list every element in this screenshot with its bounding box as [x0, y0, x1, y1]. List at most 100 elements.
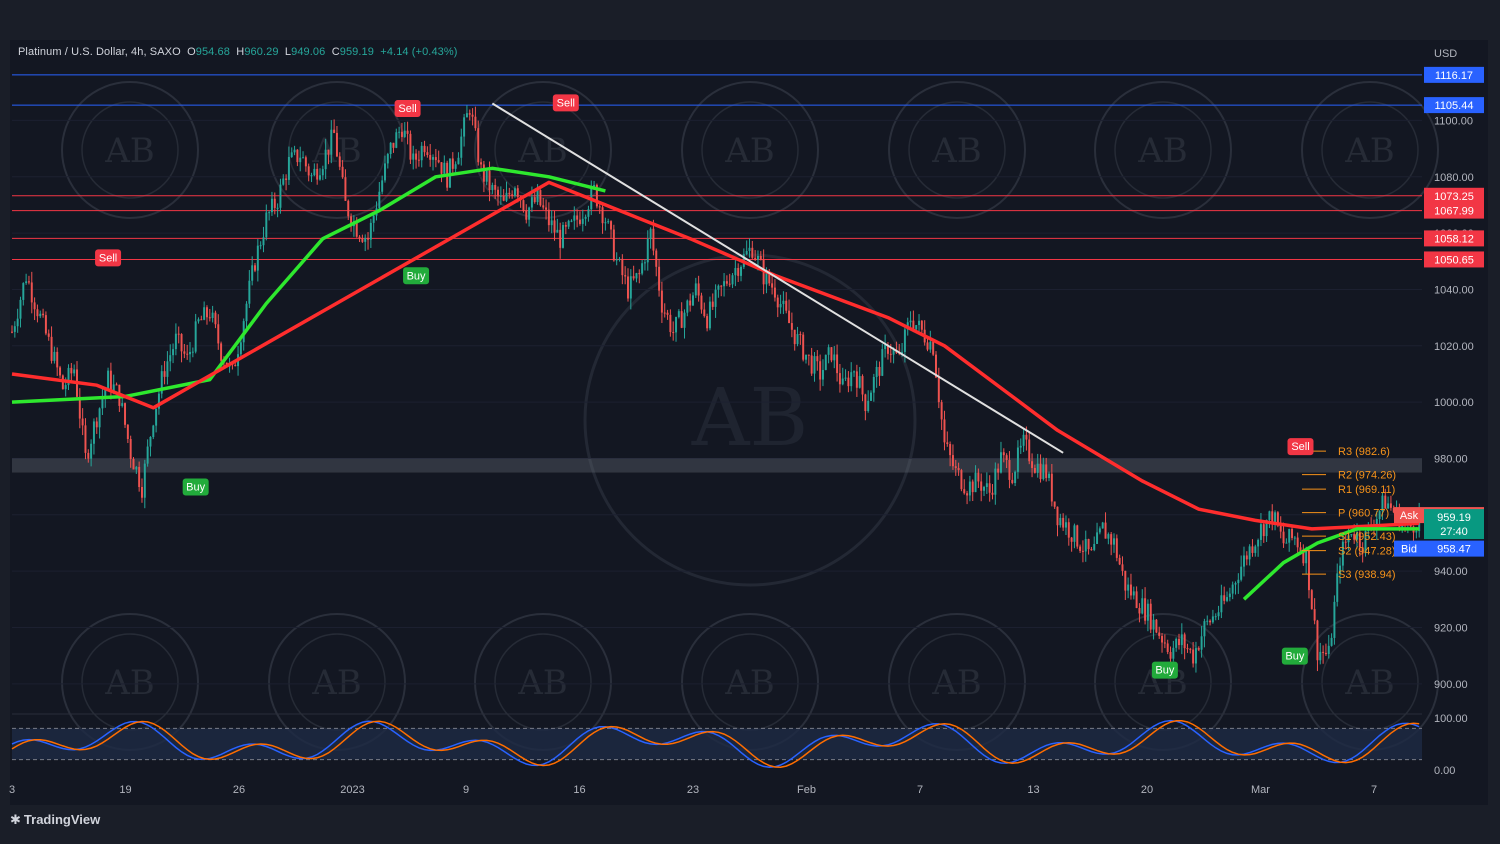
- candle-body: [50, 336, 53, 361]
- candle-body: [1031, 461, 1034, 468]
- candle-body: [988, 483, 991, 493]
- buy-signal-label: Buy: [1155, 665, 1174, 677]
- price-tick-label: 1040.00: [1434, 284, 1474, 296]
- candle-body: [95, 421, 98, 428]
- candle-body: [1288, 529, 1291, 543]
- price-tag-value: 959.19: [1437, 512, 1471, 524]
- candle-body: [361, 238, 364, 242]
- candle-body: [779, 304, 782, 308]
- candle-body: [174, 333, 177, 350]
- candle-body: [700, 295, 703, 310]
- candle-body: [1014, 471, 1017, 484]
- candle-body: [1245, 555, 1248, 560]
- pivot-label: S1 (952.43): [1338, 531, 1395, 543]
- price-tag-countdown: 27:40: [1440, 526, 1468, 538]
- sell-signal-label: Sell: [99, 252, 117, 264]
- candle-body: [632, 276, 635, 279]
- candle-body: [248, 280, 251, 304]
- candle-body: [1228, 593, 1231, 598]
- candle-body: [1110, 534, 1113, 545]
- candle-body: [1056, 506, 1059, 526]
- candle-body: [836, 354, 839, 374]
- candle-body: [776, 297, 779, 308]
- watermark-text: AB: [311, 663, 362, 703]
- candle-body: [386, 154, 389, 164]
- candle-body: [189, 351, 192, 355]
- watermark-text: AB: [931, 131, 982, 171]
- candle-body: [19, 299, 22, 319]
- pivot-label: S3 (938.94): [1338, 569, 1395, 581]
- candle-body: [559, 229, 562, 248]
- candle-body: [502, 195, 505, 201]
- price-tick-label: 980.00: [1434, 453, 1468, 465]
- candle-body: [211, 312, 214, 319]
- candle-body: [474, 116, 477, 129]
- candle-body: [562, 225, 564, 248]
- candle-body: [1079, 546, 1082, 551]
- candle-body: [601, 207, 604, 224]
- candle-body: [1076, 525, 1079, 547]
- time-tick-label: 2023: [340, 784, 364, 796]
- candle-body: [1206, 620, 1209, 622]
- candle-body: [115, 384, 118, 386]
- oscillator-tick-label: 0.00: [1434, 765, 1455, 777]
- candle-body: [1296, 537, 1299, 548]
- candle-body: [465, 113, 468, 118]
- candle-body: [169, 355, 172, 362]
- candle-body: [488, 170, 491, 191]
- candle-body: [649, 228, 652, 239]
- candle-body: [42, 313, 45, 316]
- candle-body: [680, 311, 683, 328]
- candle-body: [1291, 529, 1294, 538]
- candle-body: [1050, 473, 1053, 502]
- candle-body: [578, 219, 581, 224]
- candle-body: [545, 207, 548, 210]
- candle-body: [485, 170, 488, 182]
- open-value: 954.68: [195, 46, 230, 58]
- candle-body: [25, 281, 28, 284]
- candle-body: [533, 197, 536, 203]
- candle-body: [711, 301, 714, 307]
- candle-body: [796, 334, 799, 345]
- price-tag-label: Bid: [1401, 544, 1417, 556]
- candle-body: [903, 329, 906, 352]
- candle-body: [672, 332, 675, 334]
- candle-body: [1118, 557, 1121, 565]
- symbol-title[interactable]: Platinum / U.S. Dollar, 4h, SAXO: [18, 46, 181, 58]
- candle-body: [1149, 603, 1152, 630]
- candle-body: [708, 301, 711, 329]
- tradingview-logo[interactable]: ✱ TradingView: [10, 812, 100, 828]
- red-level-value: 1050.65: [1434, 254, 1474, 266]
- candle-body: [1197, 648, 1200, 650]
- time-tick-label: Feb: [797, 784, 816, 796]
- candle-body: [262, 237, 265, 246]
- watermark-text: AB: [1344, 663, 1395, 703]
- candle-body: [731, 275, 734, 285]
- candle-body: [13, 326, 16, 332]
- price-tick-label: 1100.00: [1434, 115, 1473, 127]
- candle-body: [143, 463, 146, 498]
- candle-body: [1045, 464, 1048, 478]
- high-value: 960.29: [244, 46, 279, 58]
- candle-body: [471, 114, 474, 117]
- candle-body: [437, 160, 440, 163]
- candle-body: [627, 276, 629, 299]
- candle-body: [793, 329, 796, 345]
- candle-body: [847, 377, 850, 387]
- candle-body: [1254, 546, 1257, 553]
- candle-body: [180, 334, 183, 352]
- watermark-text: AB: [517, 131, 568, 171]
- candle-body: [539, 190, 542, 206]
- candle-body: [313, 168, 316, 176]
- red-level-value: 1067.99: [1434, 206, 1474, 218]
- candle-body: [511, 194, 514, 196]
- candle-body: [773, 287, 776, 298]
- candle-body: [1059, 517, 1062, 526]
- candle-body: [1259, 524, 1262, 540]
- candle-body: [138, 466, 141, 487]
- candle-body: [149, 436, 152, 447]
- price-chart[interactable]: AB AB AB AB AB AB ABAB AB AB AB AB AB ABAB1100.00108…: [0, 0, 1500, 844]
- candle-body: [655, 250, 658, 267]
- candle-body: [1211, 616, 1214, 623]
- candle-body: [974, 472, 977, 493]
